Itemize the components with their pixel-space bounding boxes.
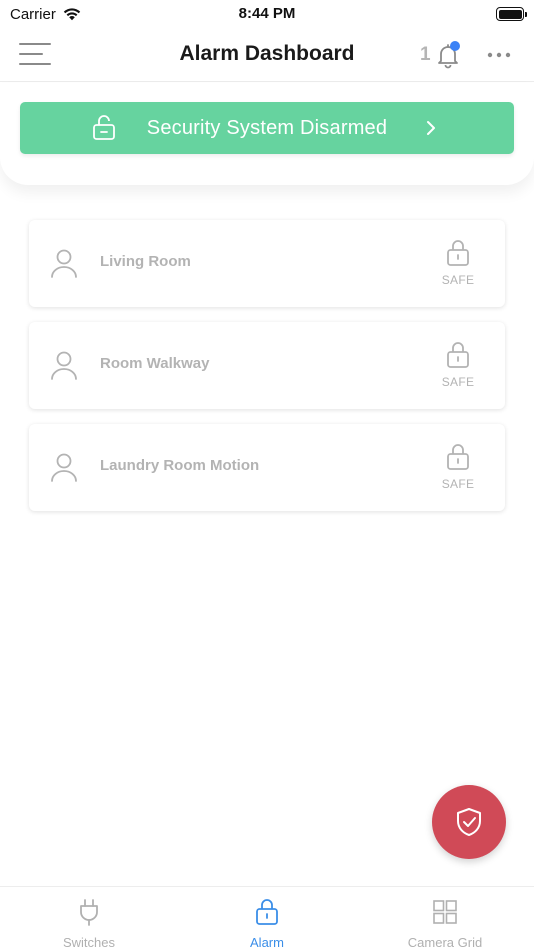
zone-name: Living Room xyxy=(100,253,191,270)
user-icon xyxy=(51,453,77,482)
tab-label: Alarm xyxy=(250,935,284,950)
clock: 8:44 PM xyxy=(238,5,296,22)
zone-name: Laundry Room Motion xyxy=(100,457,260,474)
plug-icon xyxy=(80,899,98,926)
chevron-right-icon xyxy=(427,121,435,135)
grid-icon xyxy=(433,900,457,924)
zone-status: SAFE xyxy=(441,273,475,287)
zone-card[interactable]: Living Room SAFE xyxy=(29,220,505,307)
unlocked-icon xyxy=(93,115,115,140)
tab-bar: Switches Alarm Camera Grid xyxy=(0,886,534,950)
lock-icon xyxy=(447,444,469,470)
lock-icon xyxy=(447,342,469,368)
lock-icon xyxy=(256,899,278,925)
more-options-icon[interactable] xyxy=(484,42,514,68)
lock-icon xyxy=(447,240,469,266)
security-status-text: Security System Disarmed xyxy=(146,116,388,139)
shield-check-icon xyxy=(457,808,481,836)
notifications-button[interactable]: 1 xyxy=(420,38,463,72)
zone-card[interactable]: Room Walkway SAFE xyxy=(29,322,505,409)
bell-icon xyxy=(433,40,463,70)
tab-label: Switches xyxy=(62,935,116,950)
zone-name: Room Walkway xyxy=(100,355,210,372)
status-bar: Carrier 8:44 PM xyxy=(0,0,534,28)
user-icon xyxy=(51,249,77,278)
tab-switches[interactable]: Switches xyxy=(0,887,178,950)
zone-card[interactable]: Laundry Room Motion SAFE xyxy=(29,424,505,511)
arm-system-button[interactable] xyxy=(432,785,506,859)
tab-camera-grid[interactable]: Camera Grid xyxy=(356,887,534,950)
security-status-banner[interactable]: Security System Disarmed xyxy=(20,102,514,154)
zone-list: Living Room SAFE Room Walkway SAFE Laund… xyxy=(29,220,505,526)
notification-dot xyxy=(449,41,460,51)
zone-status: SAFE xyxy=(441,477,475,491)
notification-count: 1 xyxy=(420,44,431,65)
banner-container: Security System Disarmed xyxy=(0,83,534,185)
battery-icon xyxy=(496,7,527,21)
user-icon xyxy=(51,351,77,380)
zone-status: SAFE xyxy=(441,375,475,389)
navigation-bar: Alarm Dashboard 1 xyxy=(0,28,534,82)
tab-label: Camera Grid xyxy=(407,935,483,950)
tab-alarm[interactable]: Alarm xyxy=(178,887,356,950)
